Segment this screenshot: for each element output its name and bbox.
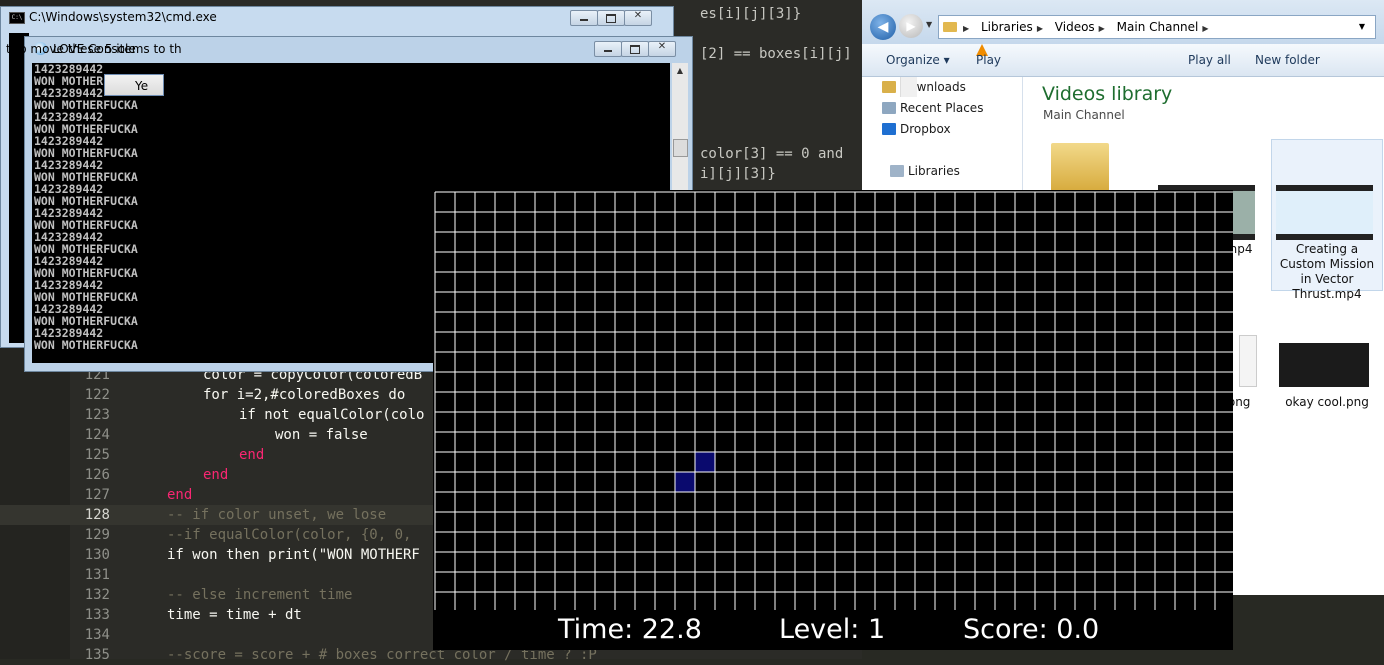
image-thumbnail[interactable] [1279,343,1369,387]
new-folder-button[interactable]: New folder [1255,44,1320,76]
file-label[interactable]: Creating a Custom Mission in Vector Thru… [1273,242,1381,302]
chevron-right-icon: ▶ [963,24,970,33]
folder-icon [943,22,957,32]
nav-scrollbar[interactable] [900,77,917,97]
cmd-icon: C:\ [9,12,25,24]
nav-item-dropbox[interactable]: Dropbox [882,119,951,139]
forward-arrow-icon[interactable]: ▶ [899,14,923,38]
code-fragment: [2] == boxes[i][j] [700,46,852,62]
cmd-title: C:\Windows\system32\cmd.exe [29,10,217,24]
breadcrumb-item[interactable]: Libraries [981,20,1033,34]
library-subtitle: Main Channel [1043,108,1125,122]
libraries-icon [890,165,904,177]
game-hud: Time: 22.8 Level: 1 Score: 0.0 [433,610,1233,650]
file-label[interactable]: okay cool.png [1273,395,1381,410]
game-grid[interactable] [433,190,1233,610]
code-fragment: color[3] == 0 and [700,146,844,162]
back-arrow-icon[interactable]: ◀ [870,14,896,40]
minimize-icon[interactable] [594,41,622,57]
minimize-icon[interactable] [570,10,598,26]
address-bar-area: ◀ ▶ ▼ ▶ Libraries ▶ Videos ▶ Main Channel ▶… [862,0,1384,44]
chevron-right-icon[interactable]: ▶ [1099,24,1105,33]
close-icon[interactable] [648,41,676,57]
breadcrumb-item[interactable]: Main Channel [1117,20,1199,34]
recent-places-icon [882,102,896,114]
image-thumbnail[interactable] [1239,335,1257,387]
colored-cell[interactable] [675,472,695,492]
video-thumbnail[interactable] [1276,185,1373,240]
downloads-folder-icon [882,81,896,93]
explorer-toolbar: Organize ▾ Play with VLC media player ▾ … [862,44,1384,227]
chevron-right-icon[interactable]: ▶ [1202,24,1208,33]
library-title: Videos library [1042,83,1173,105]
dropbox-icon [882,123,896,135]
level-readout: Level: 1 [779,614,886,645]
maximize-icon[interactable] [621,41,649,57]
scroll-up-icon[interactable]: ▲ [672,63,688,79]
colored-cell[interactable] [695,452,715,472]
history-dropdown-icon[interactable]: ▼ [926,20,932,29]
score-readout: Score: 0.0 [963,614,1100,645]
game-window[interactable]: Time: 22.8 Level: 1 Score: 0.0 [433,190,1233,650]
scroll-thumb[interactable] [673,139,688,157]
folder-icon[interactable] [1051,143,1109,193]
code-fragment: es[i][j][3]} [700,6,802,22]
time-readout: Time: 22.8 [558,614,702,645]
yes-button[interactable]: Ye [104,74,164,96]
code-fragment: i][j][3]} [700,166,776,182]
chevron-right-icon[interactable]: ▶ [1037,24,1043,33]
cmd-caption-buttons [570,10,652,26]
organize-button[interactable]: Organize ▾ [886,44,950,76]
breadcrumb[interactable]: ▶ Libraries ▶ Videos ▶ Main Channel ▶ ▼ [938,15,1376,39]
dialog-message: t to move these 5 items to th [6,42,182,56]
close-icon[interactable] [624,10,652,26]
play-all-button[interactable]: Play all [1188,44,1231,76]
nav-item-libraries[interactable]: Libraries [890,161,960,181]
nav-item-recent-places[interactable]: Recent Places [882,98,983,118]
love-caption-buttons [594,41,676,57]
breadcrumb-item[interactable]: Videos [1055,20,1095,34]
address-dropdown-icon[interactable]: ▼ [1359,16,1365,38]
maximize-icon[interactable] [597,10,625,26]
